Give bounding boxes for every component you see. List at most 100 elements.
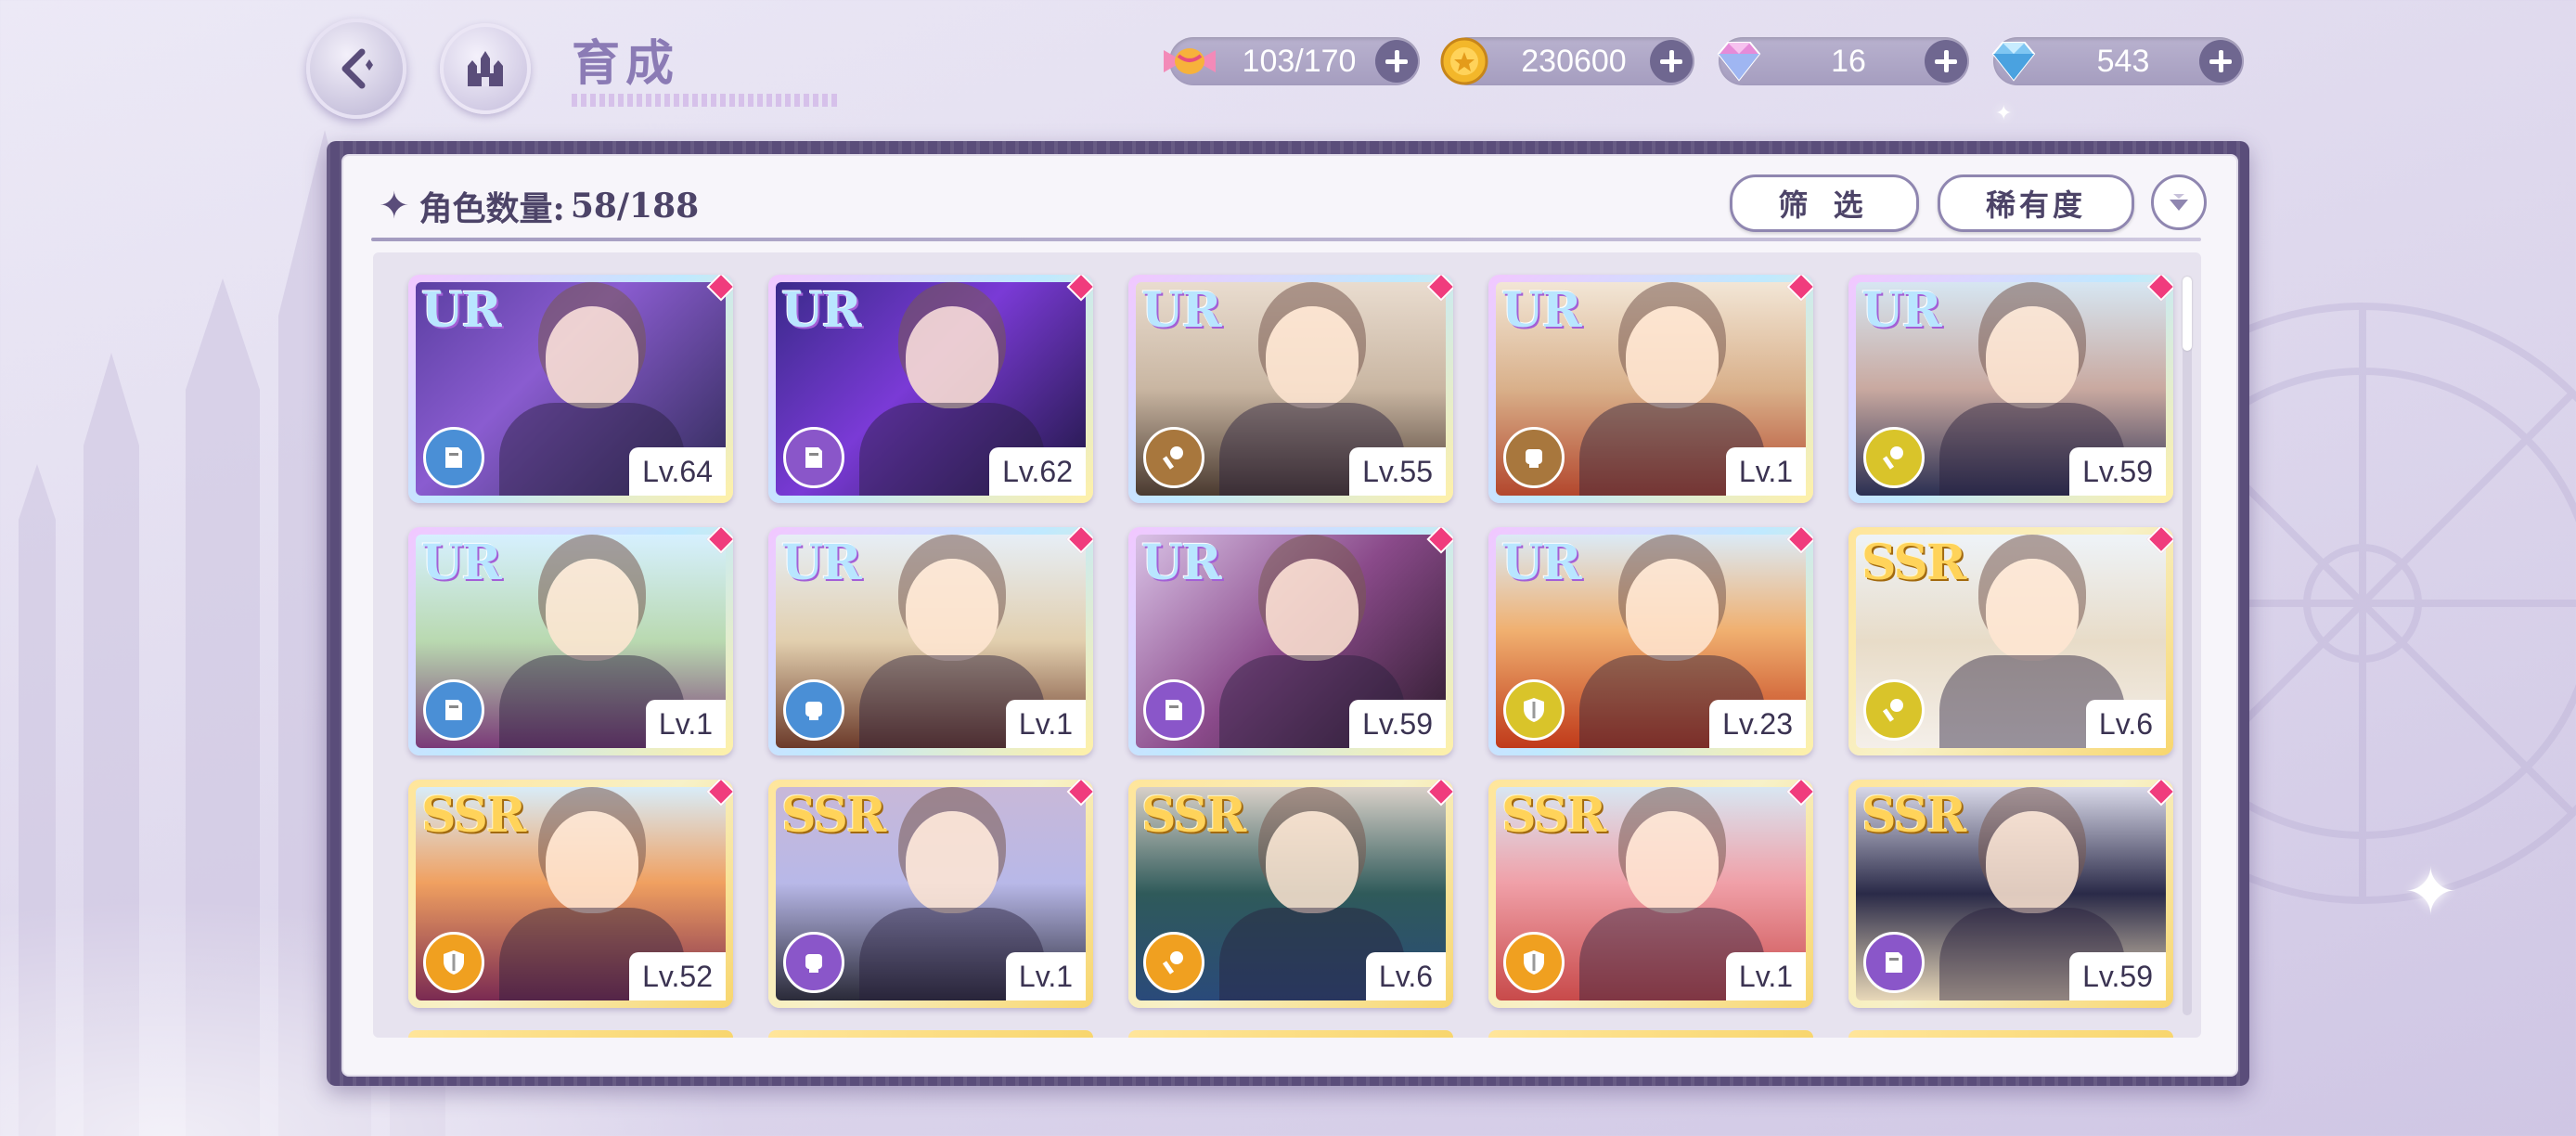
character-level: Lv.1 <box>645 700 726 748</box>
character-card[interactable]: UR Lv.23 <box>1488 527 1813 755</box>
character-level: Lv.52 <box>629 952 726 1000</box>
character-card[interactable]: SSR Lv.59 <box>1848 780 2173 1008</box>
add-candy-button[interactable] <box>1375 40 1418 83</box>
rarity-badge: UR <box>1861 282 1942 339</box>
character-level: Lv.62 <box>989 447 1086 496</box>
character-card[interactable]: UR Lv.59 <box>1848 275 2173 503</box>
add-pink-gem-button[interactable] <box>1925 40 1967 83</box>
character-level: Lv.59 <box>2069 447 2166 496</box>
book-icon <box>1863 932 1925 993</box>
rarity-badge: SSR <box>421 787 526 844</box>
sparkle-icon: ✦ <box>1995 102 2013 125</box>
header-divider <box>371 238 2201 241</box>
character-card[interactable]: SSR Lv.6 <box>1128 780 1453 1008</box>
character-level: Lv.1 <box>1725 952 1806 1000</box>
currency-pink-gem: 16 <box>1717 37 1969 85</box>
character-card[interactable]: SSR Lv.1 <box>768 780 1093 1008</box>
pink-diamond-icon <box>1707 30 1771 93</box>
title-underline-decoration <box>572 93 841 107</box>
top-navigation: 育成 <box>306 19 841 119</box>
rarity-badge: SSR <box>1501 787 1606 844</box>
page-title: 育成 <box>572 24 841 114</box>
portrait-figure <box>906 306 998 408</box>
character-level: Lv.6 <box>2085 700 2166 748</box>
wand-icon <box>1143 427 1204 488</box>
wand-icon <box>1143 932 1204 993</box>
portrait-figure <box>1626 306 1719 408</box>
add-coin-button[interactable] <box>1650 40 1693 83</box>
rarity-sort-button[interactable]: 稀有度 <box>1938 174 2134 232</box>
character-card-partial[interactable] <box>1488 1030 1813 1038</box>
back-arrow-icon <box>341 48 373 89</box>
shield-icon <box>1503 679 1565 741</box>
character-card[interactable]: UR Lv.59 <box>1128 527 1453 755</box>
rarity-badge: UR <box>421 282 502 339</box>
character-card[interactable]: UR Lv.1 <box>1488 275 1813 503</box>
grid-scrollbar[interactable] <box>2183 277 2192 1015</box>
rarity-badge: UR <box>1141 282 1222 339</box>
candy-icon <box>1158 30 1221 93</box>
back-button[interactable] <box>306 19 406 119</box>
character-card[interactable]: UR Lv.1 <box>768 527 1093 755</box>
grid-scrollbar-thumb[interactable] <box>2183 277 2192 351</box>
character-count-label: 角色数量: <box>419 189 565 228</box>
currency-blue-gem: 543 <box>1991 37 2244 85</box>
portrait-figure <box>1986 559 2079 661</box>
rarity-badge: UR <box>1141 535 1222 591</box>
character-card[interactable]: UR Lv.64 <box>408 275 733 503</box>
rarity-badge: SSR <box>781 787 886 844</box>
book-icon <box>1143 679 1204 741</box>
rarity-badge: UR <box>421 535 502 591</box>
add-blue-gem-button[interactable] <box>2199 40 2242 83</box>
character-card[interactable]: UR Lv.1 <box>408 527 733 755</box>
book-icon <box>423 427 484 488</box>
character-card-partial[interactable] <box>1128 1030 1453 1038</box>
character-card-partial[interactable] <box>768 1030 1093 1038</box>
character-card-partial[interactable] <box>408 1030 733 1038</box>
rarity-badge: UR <box>1501 282 1582 339</box>
portrait-figure <box>1266 306 1359 408</box>
character-count-value: 58/188 <box>570 187 700 226</box>
filter-button[interactable]: 筛 选 <box>1730 174 1919 232</box>
wand-icon <box>1863 679 1925 741</box>
character-level: Lv.23 <box>1709 700 1806 748</box>
character-card[interactable]: UR Lv.62 <box>768 275 1093 503</box>
character-card[interactable]: SSR Lv.52 <box>408 780 733 1008</box>
fist-icon <box>783 679 844 741</box>
sparkle-icon: ✦ <box>2403 854 2458 930</box>
home-button[interactable] <box>440 23 531 114</box>
portrait-figure <box>1266 811 1359 913</box>
character-card-partial[interactable] <box>1848 1030 2173 1038</box>
portrait-figure <box>546 306 638 408</box>
portrait-figure <box>1266 559 1359 661</box>
portrait-figure <box>906 811 998 913</box>
character-card[interactable]: UR Lv.55 <box>1128 275 1453 503</box>
shield-icon <box>1503 932 1565 993</box>
gold-coin-icon <box>1433 30 1496 93</box>
portrait-figure <box>1626 811 1719 913</box>
portrait-figure <box>546 811 638 913</box>
character-card[interactable]: SSR Lv.6 <box>1848 527 2173 755</box>
book-icon <box>423 679 484 741</box>
character-count: ✦ 角色数量: 58/188 <box>379 182 699 230</box>
shield-icon <box>423 932 484 993</box>
character-level: Lv.59 <box>1349 700 1446 748</box>
star-icon: ✦ <box>379 185 410 227</box>
character-level: Lv.6 <box>1365 952 1446 1000</box>
character-card[interactable]: SSR Lv.1 <box>1488 780 1813 1008</box>
currency-candy: 103/170 <box>1164 37 1420 85</box>
portrait-figure <box>1986 811 2079 913</box>
rarity-badge: UR <box>781 535 862 591</box>
currency-bar: 103/170 230600 16 543 <box>1164 37 2244 85</box>
rarity-badge: SSR <box>1141 787 1246 844</box>
page-title-text: 育成 <box>572 34 680 92</box>
fist-icon <box>1503 427 1565 488</box>
character-level: Lv.1 <box>1005 952 1086 1000</box>
character-level: Lv.1 <box>1005 700 1086 748</box>
fist-icon <box>783 932 844 993</box>
rarity-badge: SSR <box>1861 535 1966 591</box>
book-icon <box>783 427 844 488</box>
portrait-figure <box>906 559 998 661</box>
portrait-figure <box>1986 306 2079 408</box>
sort-order-button[interactable] <box>2151 174 2207 230</box>
